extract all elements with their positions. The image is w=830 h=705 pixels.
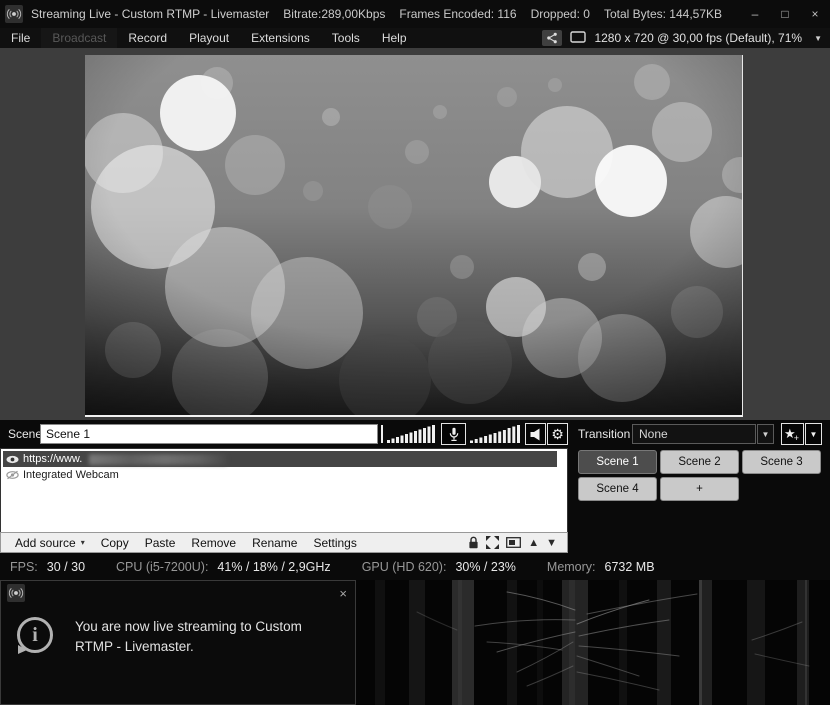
menu-help[interactable]: Help	[371, 28, 418, 48]
gpu-label: GPU (HD 620):	[362, 560, 447, 574]
remove-button[interactable]: Remove	[183, 536, 244, 550]
source-name: https://www.	[23, 453, 82, 465]
scene-3-button[interactable]: Scene 3	[742, 450, 821, 474]
notification-message: You are now live streaming to Custom RTM…	[75, 617, 325, 656]
scene-4-button[interactable]: Scene 4	[578, 477, 657, 501]
source-name: Integrated Webcam	[23, 469, 119, 481]
stat-frames-encoded: Frames Encoded: 116	[399, 7, 516, 21]
microphone-button[interactable]	[441, 423, 466, 445]
source-row-url[interactable]: https://www.	[3, 451, 557, 467]
paste-button[interactable]: Paste	[137, 536, 184, 550]
fullscreen-expand-icon[interactable]	[486, 536, 499, 549]
audio-meter-stream	[387, 425, 437, 448]
window-controls: – □ ×	[740, 0, 830, 28]
lock-icon[interactable]	[468, 536, 479, 549]
source-toolbar: Add source▾ Copy Paste Remove Rename Set…	[0, 532, 568, 553]
live-preview-video	[85, 55, 743, 417]
desktop-area: × i You are now live streaming to Custom…	[0, 580, 830, 705]
preview-window-icon[interactable]	[506, 537, 521, 548]
copy-button[interactable]: Copy	[93, 536, 137, 550]
stat-total-bytes: Total Bytes: 144,57KB	[604, 7, 722, 21]
notification-titlebar: ×	[1, 581, 355, 605]
add-scene-button[interactable]: +	[660, 477, 739, 501]
source-toolbar-icons: ▲ ▼	[468, 536, 561, 549]
stream-stats: Bitrate:289,00Kbps Frames Encoded: 116 D…	[283, 7, 722, 21]
notification-close-icon[interactable]: ×	[339, 586, 347, 601]
stat-dropped: Dropped: 0	[531, 7, 590, 21]
audio-meter-mic	[470, 425, 522, 448]
gpu-value: 30% / 23%	[455, 560, 515, 574]
notification-body: i You are now live streaming to Custom R…	[1, 605, 355, 656]
redacted-url-blur	[89, 454, 227, 465]
menu-tools[interactable]: Tools	[321, 28, 371, 48]
minimize-button[interactable]: –	[740, 0, 770, 28]
app-window: Streaming Live - Custom RTMP - Livemaste…	[0, 0, 830, 705]
scene-1-button[interactable]: Scene 1	[578, 450, 657, 474]
info-icon: i	[17, 617, 53, 653]
scenes-panel: Scene 1 Scene 2 Scene 3 Scene 4 +	[568, 448, 830, 553]
notification-toast: × i You are now live streaming to Custom…	[0, 580, 356, 705]
scene-label: Scene	[8, 427, 42, 441]
bokeh-preview-image	[85, 55, 743, 417]
transition-label: Transition	[578, 427, 630, 441]
scene-controls-row: Scene ⚙ Transition None ▼ ★+ ▼	[0, 420, 830, 448]
preview-panel	[0, 48, 830, 420]
app-broadcast-icon	[7, 584, 25, 602]
sources-column: https://www. Integrated Webcam Add sourc…	[0, 448, 568, 553]
rename-button[interactable]: Rename	[244, 536, 305, 550]
stat-bitrate: Bitrate:289,00Kbps	[283, 7, 385, 21]
status-bar: FPS: 30 / 30 CPU (i5-7200U): 41% / 18% /…	[0, 553, 830, 580]
resolution-dropdown-icon[interactable]: ▼	[810, 34, 822, 43]
mid-section: https://www. Integrated Webcam Add sourc…	[0, 448, 830, 553]
menu-extensions[interactable]: Extensions	[240, 28, 321, 48]
fps-label: FPS:	[10, 560, 38, 574]
add-source-button[interactable]: Add source▾	[7, 536, 93, 550]
scene-2-button[interactable]: Scene 2	[660, 450, 739, 474]
fps-value: 30 / 30	[47, 560, 85, 574]
scene-grid: Scene 1 Scene 2 Scene 3 Scene 4 +	[578, 450, 826, 501]
menu-playout[interactable]: Playout	[178, 28, 240, 48]
speaker-button[interactable]	[525, 423, 546, 445]
forest-wallpaper	[357, 580, 830, 705]
source-list: https://www. Integrated Webcam	[0, 448, 568, 532]
cpu-value: 41% / 18% / 2,9GHz	[217, 560, 330, 574]
quick-fx-dropdown-icon[interactable]: ▼	[805, 423, 822, 445]
window-title: Streaming Live - Custom RTMP - Livemaste…	[31, 7, 269, 21]
move-up-icon[interactable]: ▲	[528, 537, 539, 549]
menu-file[interactable]: File	[0, 28, 41, 48]
memory-label: Memory:	[547, 560, 596, 574]
app-broadcast-icon	[5, 5, 23, 23]
transition-dropdown-icon[interactable]: ▼	[757, 424, 774, 444]
meter-divider	[381, 425, 383, 443]
move-down-icon[interactable]: ▼	[546, 537, 557, 549]
hidden-eye-icon[interactable]	[5, 470, 19, 480]
titlebar: Streaming Live - Custom RTMP - Livemaste…	[0, 0, 830, 28]
menu-broadcast[interactable]: Broadcast	[41, 28, 117, 48]
menu-record[interactable]: Record	[117, 28, 178, 48]
close-button[interactable]: ×	[800, 0, 830, 28]
quick-fx-button[interactable]: ★+	[781, 423, 804, 445]
maximize-button[interactable]: □	[770, 0, 800, 28]
visible-eye-icon[interactable]	[5, 455, 19, 464]
display-icon	[570, 31, 586, 46]
menubar-right: 1280 x 720 @ 30,00 fps (Default), 71% ▼	[542, 30, 830, 46]
settings-button[interactable]: Settings	[305, 536, 364, 550]
memory-value: 6732 MB	[605, 560, 655, 574]
scene-name-input[interactable]	[40, 424, 378, 444]
cpu-label: CPU (i5-7200U):	[116, 560, 208, 574]
transition-select[interactable]: None	[632, 424, 756, 444]
audio-settings-gear-icon[interactable]: ⚙	[547, 423, 568, 445]
add-source-caret-icon: ▾	[81, 538, 85, 547]
menubar: File Broadcast Record Playout Extensions…	[0, 28, 830, 48]
share-icon[interactable]	[542, 30, 562, 46]
output-resolution[interactable]: 1280 x 720 @ 30,00 fps (Default), 71%	[594, 31, 802, 45]
source-row-webcam[interactable]: Integrated Webcam	[3, 467, 557, 483]
